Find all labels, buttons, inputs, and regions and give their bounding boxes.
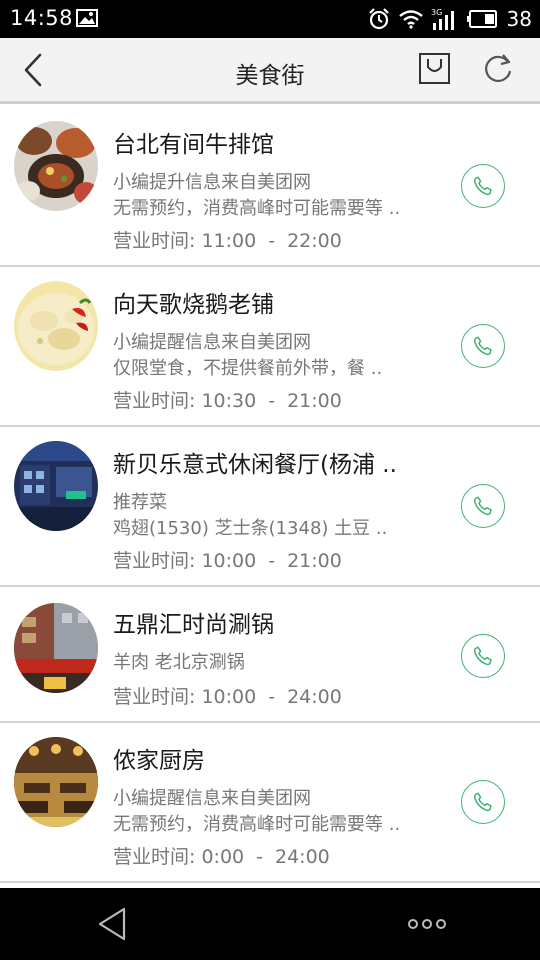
restaurant-avatar — [14, 121, 98, 211]
open-time: 10:00 — [201, 550, 257, 572]
restaurant-hours: 营业时间: 10:30-21:00 — [113, 386, 342, 413]
signal-icon: 3G — [431, 8, 454, 30]
restaurant-hours: 营业时间: 0:00-24:00 — [113, 842, 330, 869]
restaurant-info-line: 鸡翅(1530) 芝士条(1348) 土豆 .. — [113, 518, 388, 539]
restaurant-item[interactable]: 新贝乐意式休闲餐厅(杨浦 .. 推荐菜 鸡翅(1530) 芝士条(1348) 土… — [0, 427, 540, 587]
hours-label: 营业时间: — [113, 846, 196, 868]
restaurant-info-line: 无需预约，消费高峰时可能需要等 .. — [113, 814, 401, 835]
hours-label: 营业时间: — [113, 390, 196, 412]
restaurant-item[interactable]: 向天歌烧鹅老铺 小编提醒信息来自美团网 仅限堂食，不提供餐前外带，餐 .. 营业… — [0, 267, 540, 427]
restaurant-list[interactable]: 台北有间牛排馆 小编提升信息来自美团网 无需预约，消费高峰时可能需要等 .. 营… — [0, 107, 540, 887]
alarm-icon — [368, 8, 389, 30]
restaurant-item[interactable]: 台北有间牛排馆 小编提升信息来自美团网 无需预约，消费高峰时可能需要等 .. 营… — [0, 107, 540, 267]
restaurant-hours: 营业时间: 11:00-22:00 — [113, 226, 342, 253]
system-nav-bar — [0, 888, 540, 960]
restaurant-name: 向天歌烧鹅老铺 — [113, 292, 274, 318]
battery-percent: 38 — [506, 7, 532, 31]
restaurant-name: 新贝乐意式休闲餐厅(杨浦 .. — [113, 452, 397, 478]
close-time: 24:00 — [274, 846, 330, 868]
restaurant-item[interactable]: 五鼎汇时尚涮锅 羊肉 老北京涮锅 营业时间: 10:00-24:00 — [0, 587, 540, 723]
hours-dash: - — [268, 686, 276, 708]
open-time: 10:00 — [201, 686, 257, 708]
restaurant-item[interactable]: 侬家厨房 小编提醒信息来自美团网 无需预约，消费高峰时可能需要等 .. 营业时间… — [0, 723, 540, 883]
hours-label: 营业时间: — [113, 230, 196, 252]
restaurant-info-line: 小编提醒信息来自美团网 — [113, 788, 311, 809]
restaurant-info-line: 仅限堂食，不提供餐前外带，餐 .. — [113, 358, 383, 379]
phone-icon — [474, 792, 492, 812]
restaurant-avatar — [14, 603, 98, 693]
bag-icon[interactable] — [419, 53, 450, 84]
phone-icon — [474, 176, 492, 196]
call-button[interactable] — [461, 324, 505, 368]
network-type-label: 3G — [431, 8, 442, 17]
close-time: 21:00 — [287, 390, 342, 412]
wifi-icon — [398, 10, 423, 29]
close-time: 21:00 — [287, 550, 342, 572]
hours-dash: - — [256, 846, 263, 868]
hotpot-building-photo — [14, 603, 98, 693]
hours-label: 营业时间: — [113, 550, 196, 572]
close-time: 22:00 — [287, 230, 342, 252]
call-button[interactable] — [461, 164, 505, 208]
open-time: 10:30 — [201, 390, 257, 412]
restaurant-hours: 营业时间: 10:00-21:00 — [113, 546, 342, 573]
more-dots-icon[interactable] — [407, 918, 447, 930]
back-triangle-icon[interactable] — [96, 906, 128, 942]
restaurant-name: 五鼎汇时尚涮锅 — [113, 612, 274, 638]
hours-label: 营业时间: — [113, 686, 196, 708]
open-time: 0:00 — [201, 846, 245, 868]
dining-room-photo — [14, 737, 98, 827]
restaurant-avatar — [14, 737, 98, 827]
call-button[interactable] — [461, 634, 505, 678]
restaurant-avatar — [14, 441, 98, 531]
battery-icon — [466, 10, 497, 28]
restaurant-name: 台北有间牛排馆 — [113, 132, 274, 158]
status-bar: 14:58 3G 38 — [0, 0, 540, 38]
page-title: 美食街 — [235, 63, 305, 89]
hours-dash: - — [268, 550, 276, 572]
title-bar: 美食街 — [0, 38, 540, 104]
restaurant-info-line: 羊肉 老北京涮锅 — [113, 652, 245, 673]
restaurant-info-line: 推荐菜 — [113, 492, 167, 513]
call-button[interactable] — [461, 780, 505, 824]
open-time: 11:00 — [201, 230, 257, 252]
refresh-icon[interactable] — [481, 52, 515, 86]
restaurant-name: 侬家厨房 — [113, 748, 205, 774]
roast-goose-photo — [14, 281, 98, 371]
call-button[interactable] — [461, 484, 505, 528]
restaurant-info-line: 小编提醒信息来自美团网 — [113, 332, 311, 353]
phone-icon — [474, 496, 492, 516]
steak-photo — [14, 121, 98, 211]
image-icon — [76, 9, 98, 27]
restaurant-info-line: 无需预约，消费高峰时可能需要等 .. — [113, 198, 401, 219]
restaurant-info-line: 小编提升信息来自美团网 — [113, 172, 311, 193]
restaurant-avatar — [14, 281, 98, 371]
storefront-photo — [14, 441, 98, 531]
phone-icon — [474, 646, 492, 666]
status-time: 14:58 — [10, 6, 74, 30]
hours-dash: - — [268, 390, 276, 412]
phone-icon — [474, 336, 492, 356]
restaurant-hours: 营业时间: 10:00-24:00 — [113, 682, 342, 709]
hours-dash: - — [268, 230, 276, 252]
close-time: 24:00 — [287, 686, 342, 708]
